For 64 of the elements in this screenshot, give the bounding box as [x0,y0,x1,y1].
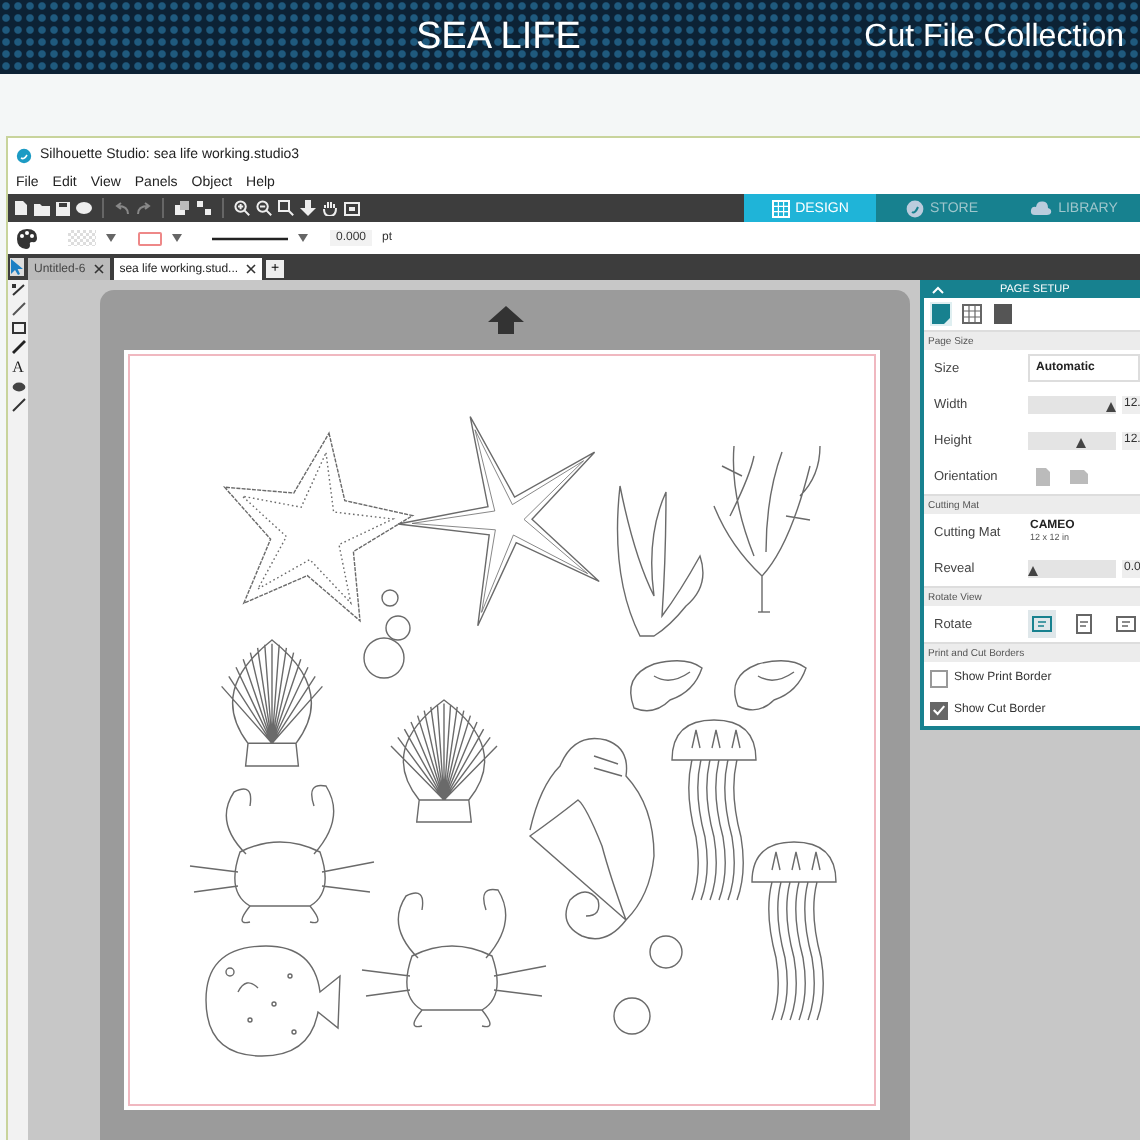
group-icon[interactable] [174,200,190,216]
undo-icon[interactable] [114,201,130,215]
eraser-icon[interactable] [11,382,25,392]
grid-icon [771,199,790,217]
text-tool[interactable]: A [12,360,24,376]
dropdown-caret-icon[interactable] [172,234,182,242]
slider-track[interactable] [1028,431,1116,449]
new-file-icon[interactable] [14,200,28,216]
palette-icon[interactable] [16,227,38,249]
mat-icon [994,304,1012,324]
rotate-view-icon [1032,614,1052,634]
redo-icon[interactable] [136,201,152,215]
snail-shell-drawing [734,660,807,711]
snail-shell-drawing [630,660,703,712]
up-arrow-icon[interactable] [487,306,523,334]
ungroup-icon[interactable] [196,200,212,216]
knife-icon[interactable] [11,398,25,412]
save-icon[interactable] [56,201,70,215]
rotate-view-icon [1074,614,1094,634]
panel-view-tab[interactable] [930,302,952,326]
slider-track[interactable] [1028,559,1116,577]
node-tool-icon[interactable] [11,284,25,296]
rotate-option[interactable] [1028,610,1056,638]
slider-thumb[interactable] [1027,565,1038,575]
scallop-shell-drawing [220,639,324,767]
grid-icon [962,304,982,324]
hand-icon[interactable] [322,200,338,216]
zoom-in-icon[interactable] [234,200,250,216]
panel-view-tab[interactable] [960,302,984,326]
bubbles-drawing [613,935,683,1035]
dropdown-caret-icon[interactable] [298,234,308,242]
banner-subtitle: Cut File Collection [864,19,1124,55]
dropdown-caret-icon[interactable] [106,234,116,242]
collapse-caret-icon[interactable] [932,285,944,293]
fill-swatch[interactable] [68,230,96,246]
down-arrow-icon[interactable] [300,200,316,216]
banner-title: SEA LIFE [416,15,581,59]
panel-view-tab[interactable] [992,302,1014,326]
slider-thumb[interactable] [1106,401,1117,411]
line-tool-icon[interactable] [11,302,25,316]
scallop-shell-drawing [390,699,498,823]
pencil-icon[interactable] [11,340,25,354]
line-color-swatch[interactable] [138,231,162,245]
rotate-view-icon [1116,614,1136,634]
pufferfish-drawing [205,945,341,1057]
checkbox[interactable] [930,669,948,687]
close-icon[interactable] [246,264,257,274]
page-icon [932,304,950,324]
rectangle-tool-icon[interactable] [11,322,25,334]
checkbox[interactable] [930,701,948,719]
frame-icon[interactable] [344,201,360,215]
slider-thumb[interactable] [1075,437,1086,447]
slider-track[interactable] [1028,395,1116,413]
rotate-option[interactable] [1112,610,1140,638]
zoom-out-icon[interactable] [256,200,272,216]
close-icon[interactable] [93,264,104,274]
app-logo-icon [16,147,32,163]
store-logo-icon [906,199,924,217]
rotate-option[interactable] [1070,610,1098,638]
bubbles-drawing [363,589,411,679]
folder-icon[interactable] [34,201,50,215]
zoom-selection-icon[interactable] [278,200,294,216]
pointer-tool-icon[interactable] [10,258,24,276]
line-style-sample[interactable] [212,235,288,241]
